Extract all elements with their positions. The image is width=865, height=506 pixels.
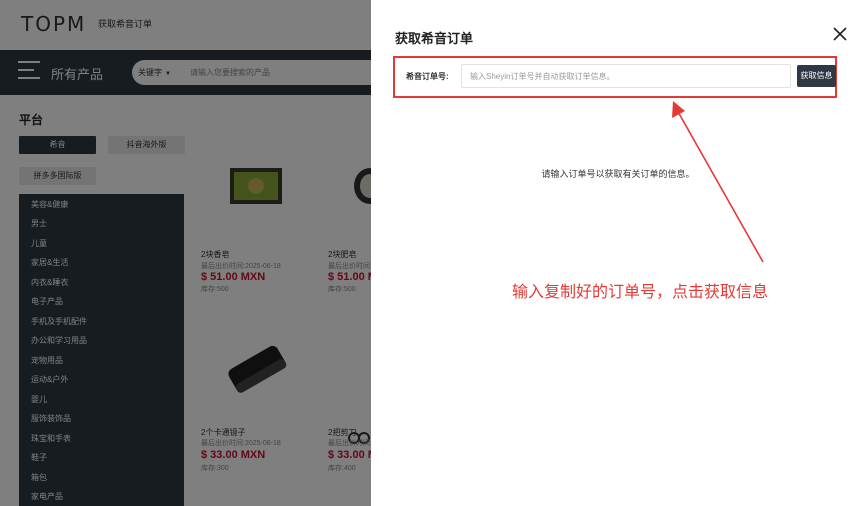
get-order-modal: 获取希音订单 希音订单号: 获取信息 请输入订单号以获取有关订单的信息。 输入复… <box>371 0 865 506</box>
annotation-arrow-icon <box>672 101 764 263</box>
annotation-text: 输入复制好的订单号，点击获取信息 <box>512 284 769 301</box>
modal-backdrop[interactable] <box>0 0 371 506</box>
